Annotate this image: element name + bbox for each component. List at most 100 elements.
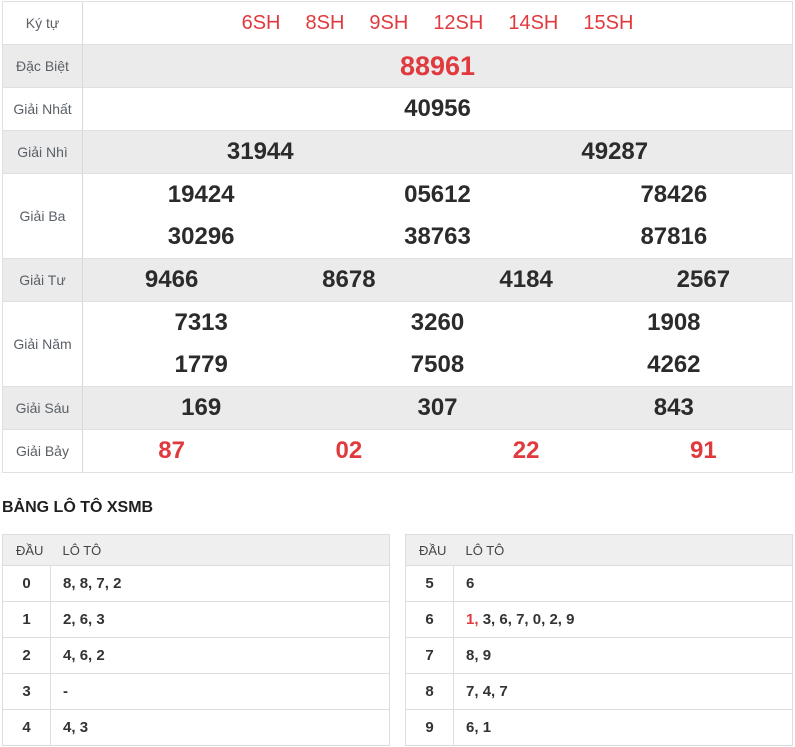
prize-number: 78426 xyxy=(640,181,708,208)
prize-values: 7313 3260 1908 1779 7508 4262 xyxy=(83,302,792,386)
prize-number: 22 xyxy=(512,437,540,464)
prize-cell: 30296 xyxy=(83,223,319,251)
loto-value: 8, xyxy=(63,575,76,592)
loto-tables: ĐẦU LÔ TÔ 0 8, 8, 7, 2 1 2, 6, 3 2 4, 6, 2 3-4 4,… xyxy=(2,534,793,746)
prize-line: 9466 8678 4184 2567 xyxy=(83,259,792,301)
loto-value: 3 xyxy=(79,719,89,736)
prize-line: 19424 05612 78426 xyxy=(83,174,792,216)
prize-cell: 7508 xyxy=(319,351,555,379)
loto-dau-cell: 5 xyxy=(405,565,454,602)
loto-values-cell: 8, 8, 7, 2 xyxy=(50,565,390,602)
loto-row-dau-7: 7 8, 9 xyxy=(405,637,793,674)
prize-number: 15SH xyxy=(583,11,634,34)
loto-value: 8, xyxy=(79,575,93,592)
loto-dau-cell: 8 xyxy=(405,673,454,710)
prize-line: 31944 49287 xyxy=(83,131,792,173)
prize-number: 40956 xyxy=(404,95,471,122)
loto-value: 8, xyxy=(466,647,479,664)
prize-cell: 3260 xyxy=(319,309,555,337)
prize-values: 169 307 843 xyxy=(83,387,792,429)
prize-row-giai-tu: Giải Tư 9466 8678 4184 2567 xyxy=(3,259,792,302)
prize-number: 49287 xyxy=(581,138,649,165)
loto-value: 9 xyxy=(566,611,575,628)
prize-number: 87 xyxy=(158,437,185,464)
loto-value: 4, xyxy=(63,647,76,664)
prize-cell: 05612 xyxy=(319,181,555,209)
prize-number: 8SH xyxy=(305,11,345,34)
prize-number: 3260 xyxy=(410,309,465,336)
loto-value: 4, xyxy=(482,683,496,700)
prize-cell: 7313 xyxy=(83,309,319,337)
prize-line: 87 02 22 91 xyxy=(83,430,792,472)
prize-label: Giải Bảy xyxy=(3,430,83,472)
prize-cell: 6SH xyxy=(242,12,281,35)
prize-line: 40956 xyxy=(83,88,792,130)
prize-cell: 307 xyxy=(319,394,555,422)
loto-col-header-loto: LÔ TÔ xyxy=(50,534,390,566)
prize-line: 1779 7508 4262 xyxy=(83,344,792,386)
prize-cell: 87816 xyxy=(556,223,792,251)
prize-row-giai-nhi: Giải Nhì 31944 49287 xyxy=(3,131,792,174)
prize-number: 1779 xyxy=(174,351,228,378)
loto-value: 3 xyxy=(96,611,105,628)
prize-values: 31944 49287 xyxy=(83,131,792,173)
loto-values-cell: 4, 6, 2 xyxy=(50,637,390,674)
prize-cell: 1908 xyxy=(556,309,792,337)
prize-cell: 49287 xyxy=(438,138,793,166)
prize-cell: 4262 xyxy=(556,351,792,379)
loto-dau-cell: 9 xyxy=(405,709,454,746)
loto-row-dau-8: 8 7, 4, 7 xyxy=(405,673,793,710)
loto-header-row: ĐẦU LÔ TÔ xyxy=(405,534,793,566)
prize-row-giai-ba: Giải Ba 19424 05612 78426 30296 38763 87816 xyxy=(3,174,792,259)
loto-header-row: ĐẦU LÔ TÔ xyxy=(2,534,390,566)
prize-cell: 2567 xyxy=(615,266,792,294)
loto-row-dau-1: 1 2, 6, 3 xyxy=(2,601,390,638)
prize-label: Giải Nhì xyxy=(3,131,83,173)
prize-values: 40956 xyxy=(83,88,792,130)
prize-row-giai-bay: Giải Bảy 87 02 22 91 xyxy=(3,430,792,472)
loto-values-cell: 1, 3, 6, 7, 0, 2, 9 xyxy=(453,601,793,638)
prize-values: 88961 xyxy=(83,45,792,87)
loto-value: 2, xyxy=(63,611,76,628)
loto-row-dau-2: 2 4, 6, 2 xyxy=(2,637,390,674)
prize-number: 02 xyxy=(335,437,363,464)
prize-number: 31944 xyxy=(226,138,294,165)
prize-cell: 8SH xyxy=(306,12,345,35)
prize-number: 19424 xyxy=(167,181,235,208)
loto-dau-cell: 1 xyxy=(2,601,51,638)
prize-cell: 22 xyxy=(438,437,615,465)
prize-cell: 843 xyxy=(556,394,792,422)
loto-values-cell: 6, 1 xyxy=(453,709,793,746)
loto-values-cell: 4, 3 xyxy=(50,709,390,746)
prize-cell: 169 xyxy=(83,394,319,422)
prize-values: 9466 8678 4184 2567 xyxy=(83,259,792,301)
loto-dau-cell: 7 xyxy=(405,637,454,674)
loto-values-cell: 6 xyxy=(453,565,793,602)
loto-values-cell: 8, 9 xyxy=(453,637,793,674)
prize-number: 14SH xyxy=(508,11,559,34)
loto-dau-cell: 6 xyxy=(405,601,454,638)
prize-values: 6SH 8SH 9SH 12SH 14SH 15SH xyxy=(83,2,792,44)
loto-dau-cell: 0 xyxy=(2,565,51,602)
prize-line: 30296 38763 87816 xyxy=(83,216,792,258)
loto-table-left: ĐẦU LÔ TÔ 0 8, 8, 7, 2 1 2, 6, 3 2 4, 6, 2 3-4 4,… xyxy=(2,534,390,746)
prize-cell: 87 xyxy=(83,437,260,465)
prize-number: 7313 xyxy=(174,309,228,336)
loto-value: 4, xyxy=(63,719,76,736)
prize-label: Ký tự xyxy=(3,2,83,44)
loto-row-dau-9: 9 6, 1 xyxy=(405,709,793,746)
prize-label: Giải Tư xyxy=(3,259,83,301)
loto-values-cell: 2, 6, 3 xyxy=(50,601,390,638)
loto-col-header-dau: ĐẦU xyxy=(405,534,454,566)
loto-row-dau-6: 6 1, 3, 6, 7, 0, 2, 9 xyxy=(405,601,793,638)
prize-row-ky-tu: Ký tự 6SH 8SH 9SH 12SH 14SH 15SH xyxy=(3,2,792,45)
prize-values: 19424 05612 78426 30296 38763 87816 xyxy=(83,174,792,258)
loto-value: 9 xyxy=(482,647,492,664)
prize-number: 12SH xyxy=(433,11,484,34)
prize-number: 38763 xyxy=(404,223,471,250)
loto-value: - xyxy=(63,683,68,700)
prize-number: 4262 xyxy=(647,351,701,378)
loto-value: 7, xyxy=(96,575,109,592)
prize-cell: 15SH xyxy=(583,12,633,35)
prize-number: 1908 xyxy=(647,309,701,336)
